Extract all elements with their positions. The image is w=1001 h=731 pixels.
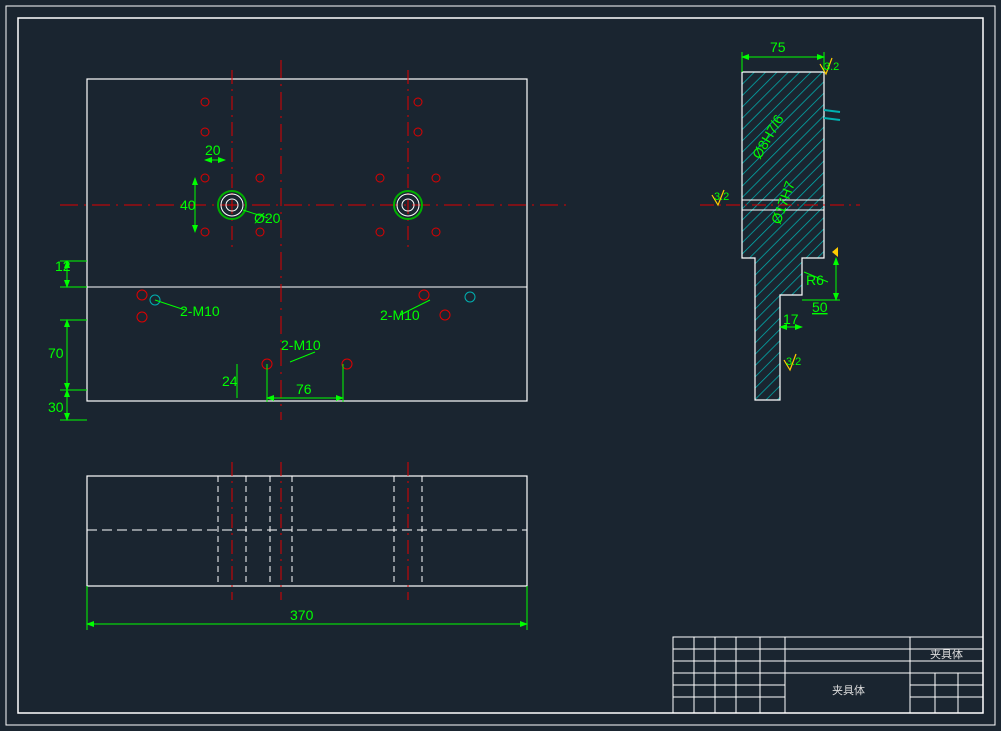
title-part-name-top: 夹具体	[930, 647, 963, 661]
border-inner	[18, 18, 983, 713]
dim-50: 50	[812, 299, 828, 315]
dim-dia20: Ø20	[254, 210, 281, 226]
title-part-name-bottom: 夹具体	[832, 683, 865, 697]
cad-drawing-canvas: 12 70 30 20 40 Ø20 2-M10 2-M10 2-M10 24	[0, 0, 1001, 731]
dim-r6: R6	[806, 272, 824, 288]
dim-17: 17	[783, 311, 799, 327]
surface-finish-icon: 3.2	[712, 190, 729, 205]
dim-76: 76	[296, 381, 312, 397]
front-view: 12 70 30 20 40 Ø20 2-M10 2-M10 2-M10 24	[48, 60, 570, 420]
dim-40: 40	[180, 197, 196, 213]
border-outer	[6, 6, 995, 725]
svg-text:3.2: 3.2	[786, 356, 801, 368]
bottom-view: 370	[87, 462, 527, 630]
surface-finish-icon: 3.2	[784, 354, 801, 370]
dim-20: 20	[205, 142, 221, 158]
dim-24: 24	[222, 373, 238, 389]
title-block: 夹具体 夹具体	[673, 637, 983, 713]
dim-370: 370	[290, 607, 314, 623]
svg-text:3.2: 3.2	[714, 191, 729, 203]
dim-12: 12	[55, 258, 71, 274]
dim-70: 70	[48, 345, 64, 361]
label-m10-center: 2-M10	[281, 337, 321, 353]
dim-30: 30	[48, 399, 64, 415]
dim-75: 75	[770, 39, 786, 55]
side-view: 75 3.2 3.2 3.2 Ø8H7/6 Ø17H7 R6 50 17	[700, 39, 860, 400]
label-m10-right: 2-M10	[380, 307, 420, 323]
label-m10-left: 2-M10	[180, 303, 220, 319]
datum-marker-icon	[832, 247, 838, 257]
svg-text:3.2: 3.2	[824, 61, 839, 73]
